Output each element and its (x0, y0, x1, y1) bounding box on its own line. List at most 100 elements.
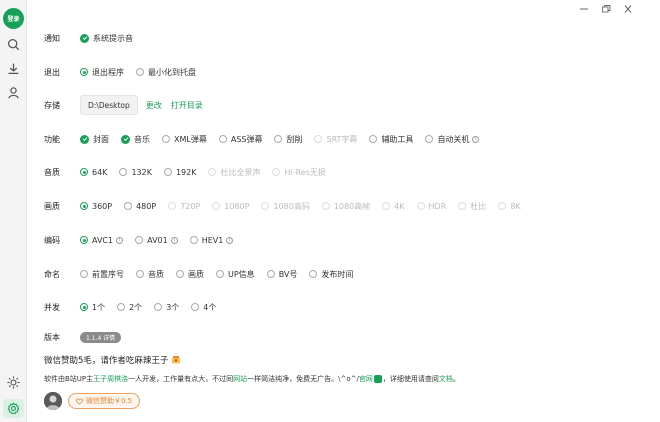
radio-icon (309, 270, 318, 278)
option-label: 1080高帧 (333, 201, 371, 211)
sponsor-title-text: 微信赞助5毛，请作者吃麻辣王子 (44, 356, 169, 366)
concurrency-label: 并发 (44, 302, 60, 312)
info-icon[interactable]: i (226, 236, 234, 244)
wechat-sponsor-button[interactable]: 微信赞助￥0.5 (68, 393, 141, 409)
option-name-video[interactable]: 画质 (176, 269, 204, 280)
option-audio-192k[interactable]: 192K (163, 167, 197, 177)
option-label: 1个 (92, 302, 106, 312)
option-label: 自动关机 (437, 134, 470, 144)
option-name-up-info[interactable]: UP信息 (216, 269, 255, 280)
codec-label: 编码 (44, 235, 60, 245)
radio-icon (189, 236, 198, 244)
option-label: 音质 (148, 269, 164, 279)
official-site-link[interactable]: 官网 (359, 374, 373, 384)
option-video-dolby[interactable]: 杜比 (458, 201, 486, 212)
option-label: 132K (131, 167, 152, 177)
option-scrape[interactable]: 刮削 (274, 134, 302, 145)
download-icon[interactable] (7, 62, 20, 75)
option-system-sound[interactable]: 系统提示音 (80, 33, 133, 44)
radio-selected-icon (80, 236, 88, 244)
option-audio-132k[interactable]: 132K (119, 168, 152, 177)
option-minimize-tray[interactable]: 最小化到托盘 (136, 67, 196, 78)
version-label: 版本 (44, 332, 60, 342)
search-icon[interactable] (7, 38, 20, 51)
features-label: 功能 (44, 134, 60, 144)
option-audio-64k[interactable]: 64K (80, 168, 107, 177)
option-label: 8K (510, 201, 521, 211)
radio-icon (212, 202, 221, 210)
option-concurrency-1[interactable]: 1个 (80, 302, 105, 313)
option-label: 192K (175, 167, 197, 177)
option-helper-tools[interactable]: 辅助工具 (369, 134, 413, 145)
option-codec-hev1[interactable]: HEV1 i (189, 235, 234, 245)
radio-icon (168, 202, 177, 210)
option-label: AVC1 (92, 235, 114, 245)
radio-selected-icon (80, 68, 88, 76)
option-label: 64K (92, 167, 108, 177)
storage-label: 存储 (44, 100, 60, 110)
option-exit-program[interactable]: 退出程序 (80, 67, 124, 78)
option-auto-shutdown[interactable]: 自动关机 i (425, 134, 480, 145)
option-video-1080-high-fps[interactable]: 1080高帧 (321, 201, 371, 212)
option-video-720p[interactable]: 720P (168, 202, 200, 211)
option-name-audio[interactable]: 音质 (136, 269, 164, 280)
option-music[interactable]: 音乐 (121, 134, 150, 145)
info-icon[interactable]: i (170, 236, 178, 244)
option-codec-av01[interactable]: AV01 i (135, 236, 178, 245)
option-video-360p[interactable]: 360P (80, 202, 112, 211)
radio-icon (191, 303, 200, 311)
site-link[interactable]: 网站 (233, 374, 247, 384)
option-label: 4个 (203, 302, 217, 312)
open-folder-link[interactable]: 打开目录 (171, 100, 203, 111)
option-name-publish-time[interactable]: 发布时间 (309, 269, 353, 280)
minimize-icon[interactable] (578, 4, 590, 14)
option-label: 杜比 (470, 201, 487, 211)
option-srt-subtitle[interactable]: SRT字幕 (314, 134, 357, 145)
option-label: HEV1 (201, 235, 224, 245)
option-concurrency-2[interactable]: 2个 (117, 302, 142, 313)
settings-gear-icon[interactable] (7, 402, 20, 415)
option-video-hdr[interactable]: HDR (416, 202, 446, 211)
option-label: UP信息 (228, 269, 255, 279)
option-label: 1080高码 (273, 201, 310, 211)
radio-icon (498, 202, 507, 210)
checked-icon (80, 134, 89, 144)
restore-icon[interactable] (600, 4, 612, 14)
info-icon[interactable]: i (472, 135, 480, 143)
option-video-8k[interactable]: 8K (498, 201, 521, 211)
option-name-index[interactable]: 前置序号 (80, 269, 124, 280)
author-link[interactable]: 王子周棋洛 (93, 374, 128, 384)
naming-label: 命名 (44, 269, 60, 279)
radio-icon (136, 270, 144, 278)
radio-icon (261, 202, 270, 210)
login-button[interactable]: 登录 (3, 8, 24, 29)
option-video-1080p[interactable]: 1080P (212, 202, 249, 211)
option-codec-avc1[interactable]: AVC1 i (80, 235, 124, 245)
option-label: 刮削 (286, 134, 303, 144)
option-label: 音乐 (134, 134, 150, 144)
option-concurrency-4[interactable]: 4个 (191, 302, 216, 313)
user-icon[interactable] (7, 86, 20, 99)
radio-icon (274, 135, 283, 143)
option-ass-danmaku[interactable]: ASS弹幕 (218, 134, 262, 145)
close-icon[interactable] (622, 4, 634, 14)
option-label: 封面 (93, 134, 109, 144)
option-label: 360P (92, 201, 113, 211)
docs-link[interactable]: 文档 (439, 374, 453, 384)
option-audio-hires[interactable]: Hi-Res无损 (272, 167, 326, 178)
option-concurrency-3[interactable]: 3个 (154, 302, 179, 313)
option-video-4k[interactable]: 4K (382, 202, 405, 211)
checked-icon (80, 33, 89, 43)
info-icon[interactable]: i (116, 236, 124, 244)
theme-sun-icon[interactable] (7, 376, 20, 389)
option-audio-dolby[interactable]: 杜比全景声 (208, 167, 260, 178)
option-xml-danmaku[interactable]: XML弹幕 (162, 134, 207, 145)
option-video-1080-high-bitrate[interactable]: 1080高码 (261, 201, 310, 212)
storage-path-field[interactable]: D:\Desktop (80, 95, 138, 115)
version-badge[interactable]: 1.1.4 详情 (80, 331, 122, 343)
change-path-link[interactable]: 更改 (146, 100, 162, 111)
radio-icon (154, 303, 163, 311)
option-name-bv[interactable]: BV号 (266, 269, 297, 280)
option-video-480p[interactable]: 480P (124, 202, 156, 211)
option-cover[interactable]: 封面 (80, 134, 109, 145)
